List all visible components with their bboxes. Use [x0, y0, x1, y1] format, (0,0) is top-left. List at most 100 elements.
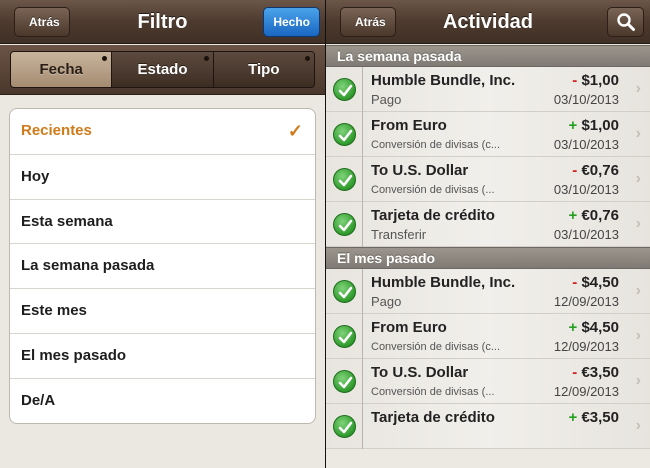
transaction-name: To U.S. Dollar	[371, 162, 469, 179]
table-row[interactable]: To U.S. Dollar Conversión de divisas (...…	[326, 359, 650, 404]
section-header: El mes pasado	[326, 247, 650, 269]
row-divider	[362, 404, 363, 449]
amount-sign: -	[572, 274, 578, 291]
segment-fecha[interactable]: Fecha	[11, 52, 112, 87]
transaction-amount: + $4,50	[569, 319, 619, 336]
amount-value: €0,76	[581, 207, 619, 224]
status-check-icon	[338, 421, 353, 434]
filter-label: Este mes	[21, 302, 87, 320]
status-check-icon	[338, 129, 353, 142]
transaction-name: To U.S. Dollar	[371, 364, 469, 381]
status-check-icon	[338, 174, 353, 187]
filter-item-esta-semana[interactable]: Esta semana	[10, 198, 315, 244]
row-divider	[362, 157, 363, 202]
amount-value: $4,50	[581, 274, 619, 291]
segment-estado[interactable]: Estado	[111, 52, 213, 87]
done-button[interactable]: Hecho	[263, 7, 320, 37]
chevron-right-icon: ›	[635, 170, 641, 187]
status-check-badge	[333, 280, 356, 303]
transaction-name: From Euro	[371, 117, 447, 134]
amount-value: €3,50	[581, 364, 619, 381]
transaction-type: Conversión de divisas (c...	[371, 341, 500, 353]
transaction-name: Humble Bundle, Inc.	[371, 274, 516, 291]
table-row[interactable]: From Euro Conversión de divisas (c... + $4…	[326, 314, 650, 359]
segment-tipo[interactable]: Tipo	[212, 52, 314, 87]
status-check-badge	[333, 78, 356, 101]
segmented-control: Fecha Estado Tipo	[10, 51, 315, 88]
filter-item-este-mes[interactable]: Este mes	[10, 288, 315, 333]
filter-item-de-a[interactable]: De/A	[10, 377, 315, 423]
filter-label: Recientes	[21, 122, 92, 139]
filter-list: Recientes ✓ Hoy Esta semana La semana pas…	[9, 108, 316, 424]
transaction-name: Humble Bundle, Inc.	[371, 72, 516, 89]
amount-sign: -	[572, 72, 578, 89]
chevron-right-icon: ›	[635, 372, 641, 389]
chevron-right-icon: ›	[635, 417, 641, 434]
amount-sign: -	[572, 162, 578, 179]
table-row[interactable]: Humble Bundle, Inc. Pago - $1,00 03/10/2013…	[326, 67, 650, 112]
transaction-amount: - $1,00	[572, 72, 619, 89]
table-row[interactable]: From Euro Conversión de divisas (c... + $1…	[326, 112, 650, 157]
row-divider	[362, 359, 363, 404]
row-divider	[362, 314, 363, 359]
transaction-type: Conversión de divisas (c...	[371, 139, 500, 151]
status-check-badge	[333, 370, 356, 393]
filter-panel: Atrás Filtro Hecho Fecha Estado Tipo Rec…	[0, 0, 325, 468]
search-button[interactable]	[607, 7, 644, 37]
transaction-amount: + $1,00	[569, 117, 619, 134]
activity-navbar: Atrás Actividad	[326, 0, 650, 44]
transaction-date: 12/09/2013	[553, 294, 619, 309]
amount-value: $1,00	[581, 72, 619, 89]
search-icon	[617, 13, 635, 31]
filter-item-hoy[interactable]: Hoy	[10, 153, 315, 199]
activity-panel: Atrás Actividad La semana pasada Humble …	[326, 0, 650, 468]
filter-item-la-semana-pasada[interactable]: La semana pasada	[10, 243, 315, 288]
transaction-type: Conversión de divisas (...	[371, 184, 495, 196]
amount-value: $1,00	[581, 117, 619, 134]
filter-label: La semana pasada	[21, 257, 155, 275]
filter-item-recientes[interactable]: Recientes ✓	[10, 109, 315, 154]
transaction-name: Tarjeta de crédito	[371, 409, 495, 426]
filter-navbar: Atrás Filtro Hecho	[0, 0, 325, 44]
status-check-badge	[333, 415, 356, 438]
row-divider	[362, 67, 363, 112]
amount-sign: +	[568, 117, 578, 134]
indicator-dot-icon	[203, 56, 209, 61]
transaction-name: From Euro	[371, 319, 447, 336]
transaction-date: 12/09/2013	[553, 384, 619, 399]
chevron-right-icon: ›	[635, 80, 641, 97]
amount-value: €3,50	[581, 409, 619, 426]
amount-value: €0,76	[581, 162, 619, 179]
status-check-icon	[338, 376, 353, 389]
status-check-badge	[333, 213, 356, 236]
table-row[interactable]: Tarjeta de crédito + €3,50 ›	[326, 404, 650, 449]
status-check-icon	[338, 84, 353, 97]
amount-sign: +	[568, 319, 578, 336]
chevron-right-icon: ›	[635, 327, 641, 344]
row-divider	[362, 112, 363, 157]
status-check-badge	[333, 325, 356, 348]
amount-sign: +	[568, 207, 578, 224]
transaction-type: Conversión de divisas (...	[371, 386, 495, 398]
transaction-date: 12/09/2013	[553, 339, 619, 354]
table-row[interactable]: To U.S. Dollar Conversión de divisas (...…	[326, 157, 650, 202]
filter-label: El mes pasado	[21, 346, 127, 364]
indicator-dot-icon	[304, 56, 310, 61]
amount-sign: -	[572, 364, 578, 381]
status-check-icon	[338, 331, 353, 344]
transaction-type: Pago	[371, 92, 402, 107]
status-check-icon	[338, 219, 353, 232]
table-row[interactable]: Humble Bundle, Inc. Pago - $4,50 12/09/2013…	[326, 269, 650, 314]
table-row[interactable]: Tarjeta de crédito Transferir + €0,76 03/10…	[326, 202, 650, 247]
filter-item-el-mes-pasado[interactable]: El mes pasado	[10, 332, 315, 378]
chevron-right-icon: ›	[635, 282, 641, 299]
filter-label: Esta semana	[21, 212, 113, 230]
chevron-right-icon: ›	[635, 125, 641, 142]
segment-label: Estado	[137, 61, 188, 78]
amount-value: $4,50	[581, 319, 619, 336]
amount-sign: +	[568, 409, 578, 426]
segment-label: Fecha	[39, 61, 83, 78]
filter-label: Hoy	[21, 167, 50, 185]
section-header: La semana pasada	[326, 45, 650, 67]
segment-bar: Fecha Estado Tipo	[0, 45, 325, 95]
